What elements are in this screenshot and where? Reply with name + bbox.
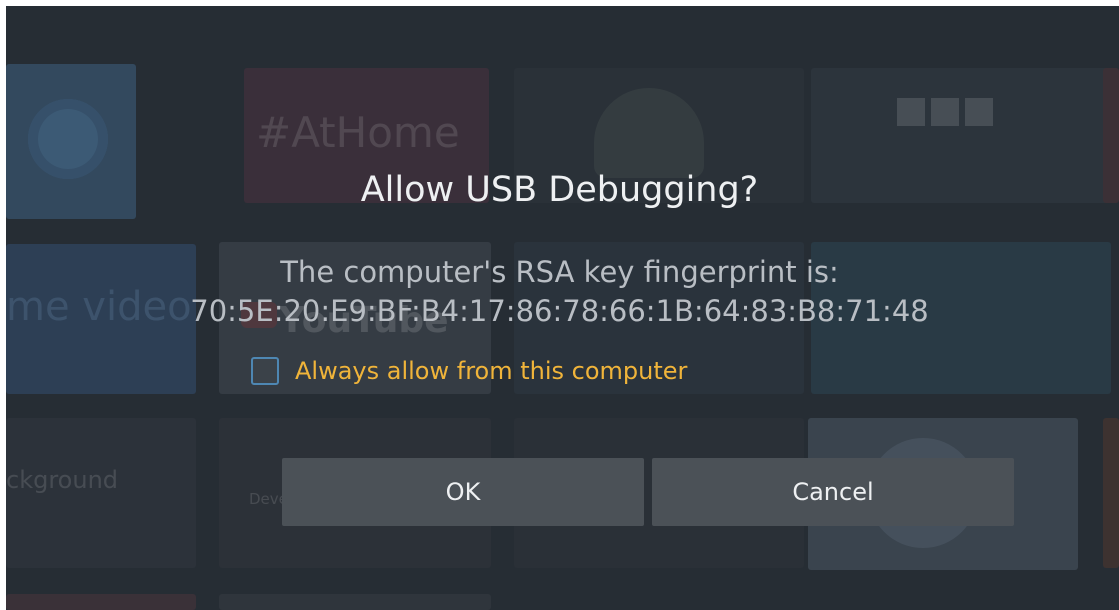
app-tile (1103, 418, 1119, 568)
cancel-button[interactable]: Cancel (652, 458, 1014, 526)
bbc-logo-box (931, 98, 959, 126)
background-app-tile: ckground (6, 418, 196, 568)
always-allow-checkbox[interactable] (251, 357, 279, 385)
android-icon (594, 88, 704, 178)
ok-button[interactable]: OK (282, 458, 644, 526)
always-allow-label[interactable]: Always allow from this computer (295, 357, 687, 385)
fingerprint-message: The computer's RSA key fingerprint is: (280, 255, 839, 289)
app-tile (6, 594, 196, 610)
athome-tile-text: #AtHome (256, 108, 460, 157)
always-allow-option[interactable]: Always allow from this computer (251, 356, 687, 386)
dialog-title: Allow USB Debugging? (360, 170, 759, 210)
bbc-logo-box (897, 98, 925, 126)
background-tile-text: ckground (6, 466, 119, 494)
gear-icon (28, 99, 108, 179)
rsa-fingerprint: 70:5E:20:E9:BF:B4:17:86:78:66:1B:64:83:B… (190, 294, 929, 328)
bbc-logo-box (965, 98, 993, 126)
app-tile (219, 594, 491, 610)
